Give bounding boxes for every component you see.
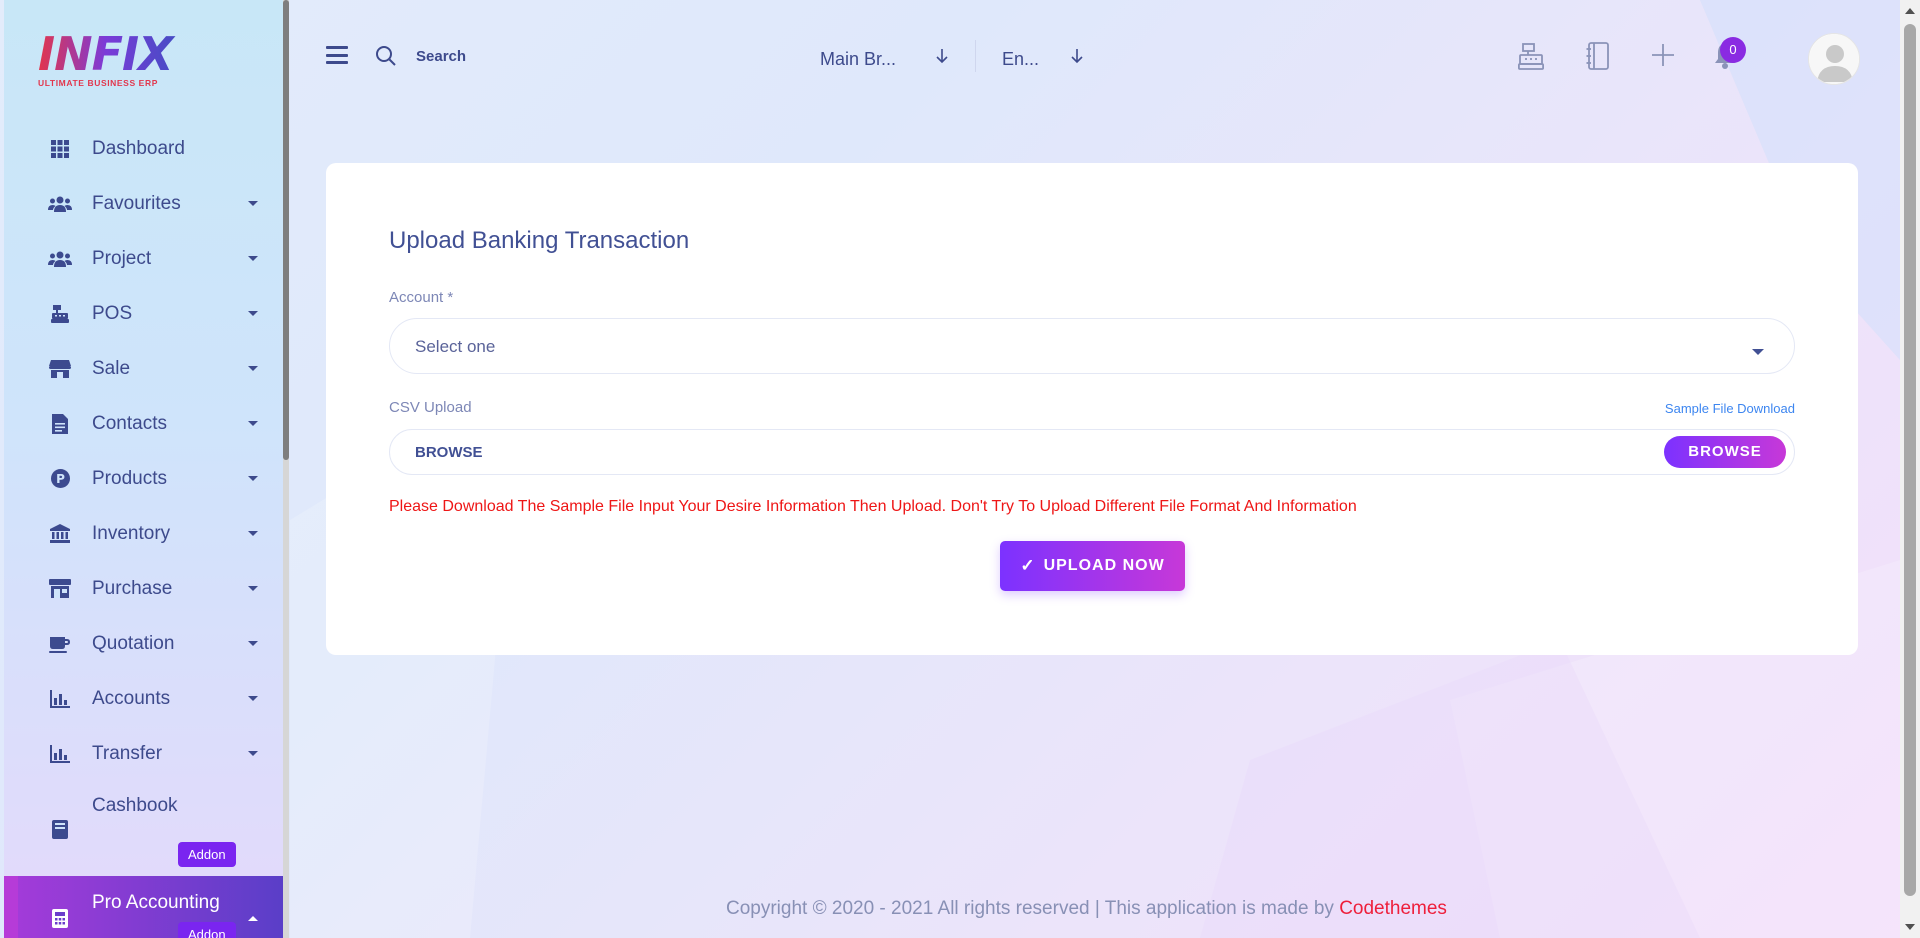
sidebar-item-label: POS <box>92 302 133 324</box>
browse-button[interactable]: BROWSE <box>1664 436 1786 468</box>
sidebar-item-products[interactable]: P Products <box>4 451 283 506</box>
sidebar-menu: Dashboard Favourites Project POS Sale Co… <box>4 121 283 938</box>
plus-icon[interactable] <box>1650 42 1676 73</box>
addon-badge: Addon <box>178 842 236 867</box>
account-select[interactable]: Select one <box>389 318 1795 374</box>
caret-down-icon <box>248 366 258 371</box>
csv-file-field[interactable]: BROWSE BROWSE <box>389 429 1795 475</box>
users-icon <box>48 247 72 271</box>
sidebar-item-contacts[interactable]: Contacts <box>4 396 283 451</box>
sidebar-item-label: Cashbook <box>92 795 178 816</box>
language-select[interactable]: En... <box>1002 49 1039 70</box>
sidebar-item-label: Project <box>92 247 152 269</box>
sidebar-item-transfer[interactable]: Transfer <box>4 726 283 781</box>
caret-down-icon <box>248 201 258 206</box>
upload-card: Upload Banking Transaction Account * Sel… <box>326 163 1858 655</box>
sidebar-item-label: Pro Accounting <box>92 892 220 913</box>
sidebar-item-favourites[interactable]: Favourites <box>4 176 283 231</box>
calculator-icon <box>48 906 72 930</box>
footer: Copyright © 2020 - 2021 All rights reser… <box>726 898 1447 920</box>
sidebar-item-label: Sale <box>92 357 131 379</box>
notification-count-badge: 0 <box>1720 37 1746 63</box>
sample-file-download-link[interactable]: Sample File Download <box>1665 401 1795 416</box>
search-icon[interactable] <box>374 44 398 73</box>
sidebar-item-pos[interactable]: POS <box>4 286 283 341</box>
coffee-icon <box>48 632 72 656</box>
sidebar-item-label: Dashboard <box>92 137 185 159</box>
bank-icon <box>48 522 72 546</box>
sidebar-item-label: Purchase <box>92 577 173 599</box>
page-title: Upload Banking Transaction <box>389 227 690 254</box>
caret-down-icon <box>248 476 258 481</box>
sidebar-item-project[interactable]: Project <box>4 231 283 286</box>
bar-chart-icon <box>48 687 72 711</box>
addon-badge: Addon <box>178 922 236 938</box>
sidebar-item-label: Accounts <box>92 687 171 709</box>
brand-logo[interactable]: INFIX ULTIMATE BUSINESS ERP <box>38 28 188 92</box>
footer-copyright: Copyright © 2020 - 2021 All rights reser… <box>726 898 1340 919</box>
notebook-icon[interactable] <box>1586 42 1610 75</box>
upload-warning-text: Please Download The Sample File Input Yo… <box>389 498 1357 515</box>
sidebar-scrollbar[interactable] <box>283 0 289 938</box>
sidebar-item-label: Products <box>92 467 167 489</box>
users-icon <box>48 192 72 216</box>
csv-file-value: BROWSE <box>415 444 483 461</box>
sidebar-item-dashboard[interactable]: Dashboard <box>4 121 283 176</box>
sidebar-item-cashbook[interactable]: Cashbook Addon <box>4 781 283 876</box>
caret-down-icon <box>1752 349 1764 355</box>
header-divider <box>975 40 976 72</box>
scroll-down-icon[interactable] <box>1905 924 1915 930</box>
address-book-icon <box>48 412 72 436</box>
upload-now-label: UPLOAD NOW <box>1043 557 1165 574</box>
cash-register-icon[interactable] <box>1517 42 1545 75</box>
sidebar-item-label: Quotation <box>92 632 175 654</box>
sidebar-item-inventory[interactable]: Inventory <box>4 506 283 561</box>
sidebar-item-label: Transfer <box>92 742 163 764</box>
caret-down-icon <box>248 256 258 261</box>
shop-icon <box>48 577 72 601</box>
sidebar-item-purchase[interactable]: Purchase <box>4 561 283 616</box>
grid-icon <box>48 137 72 161</box>
sidebar-item-label: Inventory <box>92 522 171 544</box>
page-scrollbar[interactable] <box>1900 0 1920 938</box>
arrow-down-icon[interactable] <box>1070 48 1084 69</box>
caret-down-icon <box>248 421 258 426</box>
svg-text:P: P <box>56 472 65 486</box>
search-input[interactable]: Search <box>416 48 466 65</box>
menu-toggle-icon[interactable] <box>326 46 348 64</box>
sidebar: INFIX ULTIMATE BUSINESS ERP Dashboard Fa… <box>4 0 283 938</box>
scroll-up-icon[interactable] <box>1905 8 1915 14</box>
sidebar-item-pro-accounting[interactable]: Pro Accounting Addon <box>4 876 283 938</box>
caret-down-icon <box>248 696 258 701</box>
sidebar-item-sale[interactable]: Sale <box>4 341 283 396</box>
page-scrollbar-thumb[interactable] <box>1904 24 1916 896</box>
logo-text: INFIX <box>38 28 188 80</box>
bar-chart-icon <box>48 742 72 766</box>
account-label: Account * <box>389 289 454 306</box>
csv-upload-label: CSV Upload <box>389 399 472 416</box>
sidebar-item-quotation[interactable]: Quotation <box>4 616 283 671</box>
arrow-down-icon[interactable] <box>935 48 949 69</box>
caret-down-icon <box>248 531 258 536</box>
sidebar-scrollbar-thumb[interactable] <box>283 0 289 460</box>
sidebar-item-accounts[interactable]: Accounts <box>4 671 283 726</box>
check-icon: ✓ <box>1020 556 1036 575</box>
sidebar-item-label: Favourites <box>92 192 181 214</box>
cash-register-icon <box>48 302 72 326</box>
caret-up-icon <box>248 916 258 921</box>
product-p-icon: P <box>48 467 72 491</box>
footer-brand-link[interactable]: Codethemes <box>1339 898 1447 919</box>
book-icon <box>48 817 72 841</box>
top-header: Search Main Br... En... 0 <box>290 0 1900 115</box>
sidebar-item-label: Contacts <box>92 412 167 434</box>
account-select-value: Select one <box>415 337 496 356</box>
caret-down-icon <box>248 641 258 646</box>
caret-down-icon <box>248 586 258 591</box>
branch-select[interactable]: Main Br... <box>820 49 896 70</box>
store-icon <box>48 357 72 381</box>
avatar[interactable] <box>1808 33 1860 85</box>
caret-down-icon <box>248 311 258 316</box>
caret-down-icon <box>248 751 258 756</box>
upload-now-button[interactable]: ✓ UPLOAD NOW <box>1000 541 1185 591</box>
